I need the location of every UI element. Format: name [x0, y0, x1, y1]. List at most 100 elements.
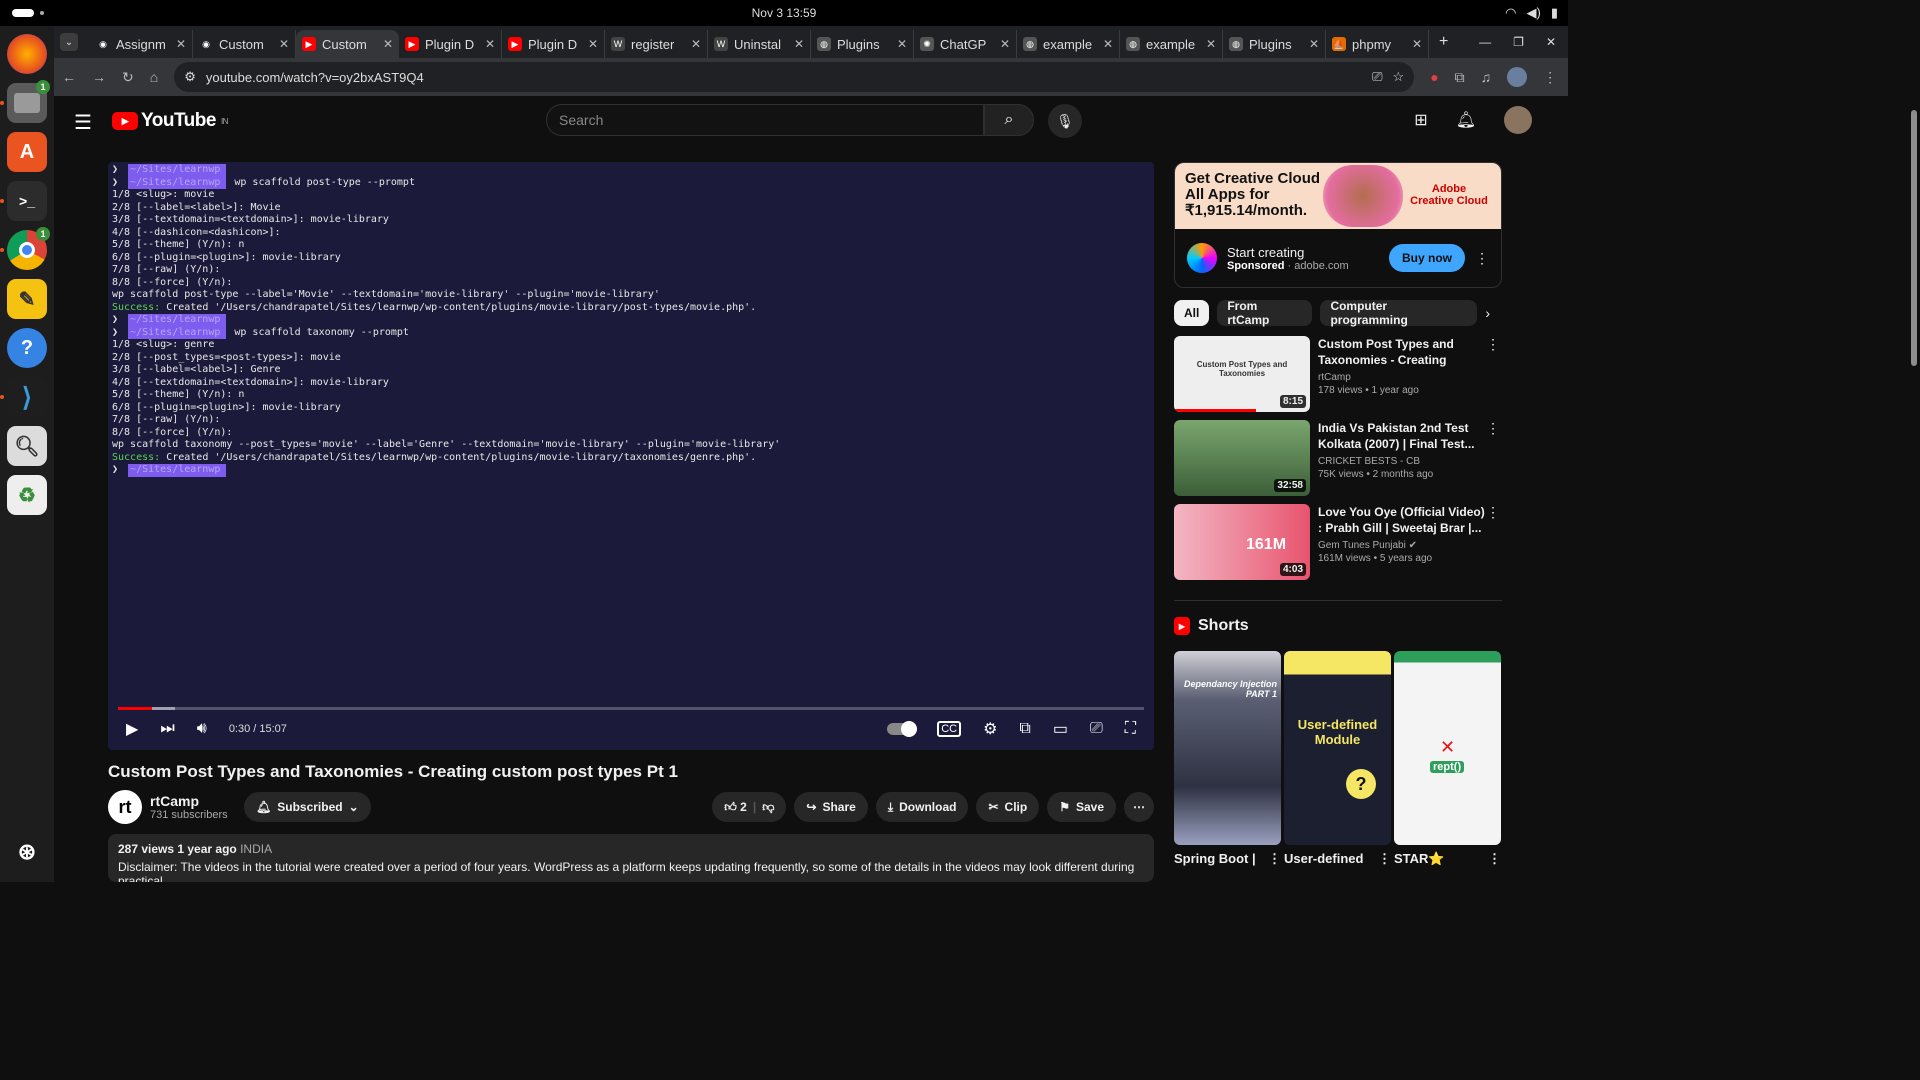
- browser-tab[interactable]: ✺ ChatGP ✕: [914, 30, 1017, 58]
- video-title[interactable]: Custom Post Types and Taxonomies - Creat…: [1318, 336, 1486, 368]
- close-tab-icon[interactable]: ✕: [383, 37, 393, 51]
- browser-tab[interactable]: ◍ example ✕: [1120, 30, 1223, 58]
- video-thumbnail[interactable]: 32:58: [1174, 420, 1310, 496]
- list-item[interactable]: Custom Post Types and Taxonomies 8:15 Cu…: [1174, 336, 1502, 412]
- close-tab-icon[interactable]: ✕: [1103, 37, 1113, 51]
- chip-computer-programming[interactable]: Computer programming: [1320, 299, 1478, 327]
- close-tab-icon[interactable]: ✕: [176, 37, 186, 51]
- close-tab-icon[interactable]: ✕: [1000, 37, 1010, 51]
- profile-avatar[interactable]: [1507, 67, 1528, 87]
- url-bar[interactable]: ⚙ youtube.com/watch?v=oy2bxAST9Q4 ⎚ ☆: [174, 62, 1415, 92]
- back-icon[interactable]: ←: [62, 69, 76, 85]
- bookmark-star-icon[interactable]: ☆: [1393, 69, 1405, 85]
- short-title[interactable]: STAR⭐: [1394, 851, 1445, 867]
- browser-tab[interactable]: ◉ Assignm ✕: [90, 30, 193, 58]
- list-item[interactable]: 32:58 India Vs Pakistan 2nd Test Kolkata…: [1174, 420, 1502, 496]
- subscribed-button[interactable]: 🔔︎ Subscribed ⌄: [244, 792, 371, 822]
- autoplay-toggle[interactable]: [887, 721, 918, 737]
- close-tab-icon[interactable]: ✕: [794, 37, 804, 51]
- chip-from-rtcamp[interactable]: From rtCamp: [1217, 299, 1313, 327]
- minimize-icon[interactable]: —: [1479, 35, 1491, 49]
- video-thumbnail[interactable]: 161M 4:03: [1174, 504, 1310, 580]
- create-video-icon[interactable]: ⊞: [1414, 110, 1427, 130]
- image-viewer-icon[interactable]: 🔍︎: [7, 426, 47, 466]
- fullscreen-icon[interactable]: ⛶: [1125, 720, 1136, 738]
- video-player[interactable]: ❯ ~/Sites/learnwp ❯ ~/Sites/learnwp wp sca…: [108, 162, 1154, 750]
- theater-mode-icon[interactable]: ▭: [1053, 719, 1068, 739]
- like-button[interactable]: 👍︎ 2: [724, 800, 747, 815]
- browser-tab[interactable]: ◉ Custom ✕: [193, 30, 296, 58]
- browser-tab[interactable]: ▶ Custom ✕: [296, 30, 399, 58]
- activities-button[interactable]: [12, 9, 44, 17]
- new-tab-icon[interactable]: +: [1439, 33, 1448, 51]
- browser-tab[interactable]: ⛵ phpmy ✕: [1326, 30, 1429, 58]
- files-icon[interactable]: 1: [0, 80, 50, 123]
- play-icon[interactable]: ▶: [126, 719, 138, 739]
- chevron-right-icon[interactable]: ›: [1485, 305, 1490, 321]
- notifications-bell-icon[interactable]: 🔔︎: [1456, 110, 1476, 130]
- kebab-menu-icon[interactable]: ⋮: [1268, 851, 1281, 867]
- kebab-menu-icon[interactable]: ⋮: [1486, 336, 1500, 353]
- video-description[interactable]: 287 views 1 year ago INDIA Disclaimer: T…: [108, 834, 1154, 882]
- terminal-icon[interactable]: >_: [0, 181, 47, 221]
- system-clock[interactable]: Nov 3 13:59: [752, 6, 817, 20]
- sponsored-ad[interactable]: Get Creative Cloud All Apps for ₹1,915.1…: [1174, 162, 1502, 288]
- volume-icon[interactable]: 🔊︎: [197, 720, 207, 738]
- video-thumbnail[interactable]: Custom Post Types and Taxonomies 8:15: [1174, 336, 1310, 412]
- close-tab-icon[interactable]: ✕: [279, 37, 289, 51]
- show-apps-icon[interactable]: ⊛: [7, 832, 47, 872]
- software-center-icon[interactable]: A: [7, 132, 47, 172]
- video-title[interactable]: India Vs Pakistan 2nd Test Kolkata (2007…: [1318, 420, 1486, 452]
- extensions-puzzle-icon[interactable]: ⧉: [1455, 69, 1465, 86]
- kebab-menu-icon[interactable]: ⋮: [1486, 420, 1500, 437]
- close-tab-icon[interactable]: ✕: [1309, 37, 1319, 51]
- install-app-icon[interactable]: ⎚: [1372, 69, 1382, 85]
- dislike-button[interactable]: 👎︎: [762, 800, 774, 815]
- close-tab-icon[interactable]: ✕: [691, 37, 701, 51]
- video-progress-bar[interactable]: [118, 707, 1144, 710]
- short-thumbnail[interactable]: User-defined Module ?: [1284, 651, 1391, 845]
- firefox-icon[interactable]: [7, 34, 47, 74]
- channel-avatar[interactable]: rt: [108, 790, 142, 824]
- browser-tab[interactable]: Wregister ✕: [605, 30, 708, 58]
- search-button[interactable]: ⌕: [984, 104, 1034, 136]
- browser-tab[interactable]: ◍ Plugins ✕: [811, 30, 914, 58]
- save-button[interactable]: ⚑ Save: [1047, 792, 1116, 822]
- maximize-icon[interactable]: ❐: [1513, 35, 1524, 49]
- close-tab-icon[interactable]: ✕: [1206, 37, 1216, 51]
- short-title[interactable]: User-defined: [1284, 851, 1363, 867]
- list-item[interactable]: 161M 4:03 Love You Oye (Official Video) …: [1174, 504, 1502, 580]
- close-tab-icon[interactable]: ✕: [897, 37, 907, 51]
- captions-icon[interactable]: CC: [937, 721, 962, 737]
- extension-icon[interactable]: ●: [1430, 69, 1438, 85]
- browser-tab[interactable]: ◍ example ✕: [1017, 30, 1120, 58]
- miniplayer-icon[interactable]: ⧉: [1019, 720, 1030, 738]
- browser-tab[interactable]: ▶ Plugin D ✕: [399, 30, 502, 58]
- media-controls-icon[interactable]: ♫: [1481, 69, 1492, 85]
- short-thumbnail[interactable]: rept() ✕: [1394, 651, 1501, 845]
- next-video-icon[interactable]: ⏭: [160, 720, 174, 738]
- close-window-icon[interactable]: ✕: [1546, 35, 1556, 49]
- short-thumbnail[interactable]: Dependancy Injection PART 1: [1174, 651, 1281, 845]
- settings-gear-icon[interactable]: ⚙: [983, 719, 997, 739]
- trash-icon[interactable]: ♻: [7, 475, 47, 515]
- system-tray[interactable]: ◠ ◀) ▮: [1505, 5, 1558, 21]
- kebab-menu-icon[interactable]: ⋮: [1488, 851, 1501, 867]
- channel-name[interactable]: rtCamp: [150, 793, 230, 809]
- reload-icon[interactable]: ↻: [122, 69, 134, 86]
- kebab-menu-icon[interactable]: ⋮: [1486, 504, 1500, 521]
- hamburger-menu-icon[interactable]: ☰: [74, 110, 92, 135]
- scrollbar-thumb[interactable]: [1911, 110, 1917, 366]
- cast-icon[interactable]: ⎚: [1090, 720, 1103, 738]
- vscode-icon[interactable]: ⟩: [0, 377, 47, 417]
- browser-tab[interactable]: ▶ Plugin D ✕: [502, 30, 605, 58]
- account-avatar[interactable]: [1504, 106, 1532, 134]
- channel-name[interactable]: CRICKET BESTS - CB: [1318, 456, 1502, 467]
- forward-icon[interactable]: →: [92, 69, 106, 85]
- tab-search-icon[interactable]: ⌄: [60, 33, 78, 51]
- share-button[interactable]: ↪ Share: [794, 792, 868, 822]
- video-title[interactable]: Love You Oye (Official Video) : Prabh Gi…: [1318, 504, 1486, 536]
- browser-tab[interactable]: ◍ Plugins ✕: [1223, 30, 1326, 58]
- chrome-icon[interactable]: 1: [0, 227, 50, 270]
- youtube-logo[interactable]: ▶ YouTube IN: [112, 110, 228, 132]
